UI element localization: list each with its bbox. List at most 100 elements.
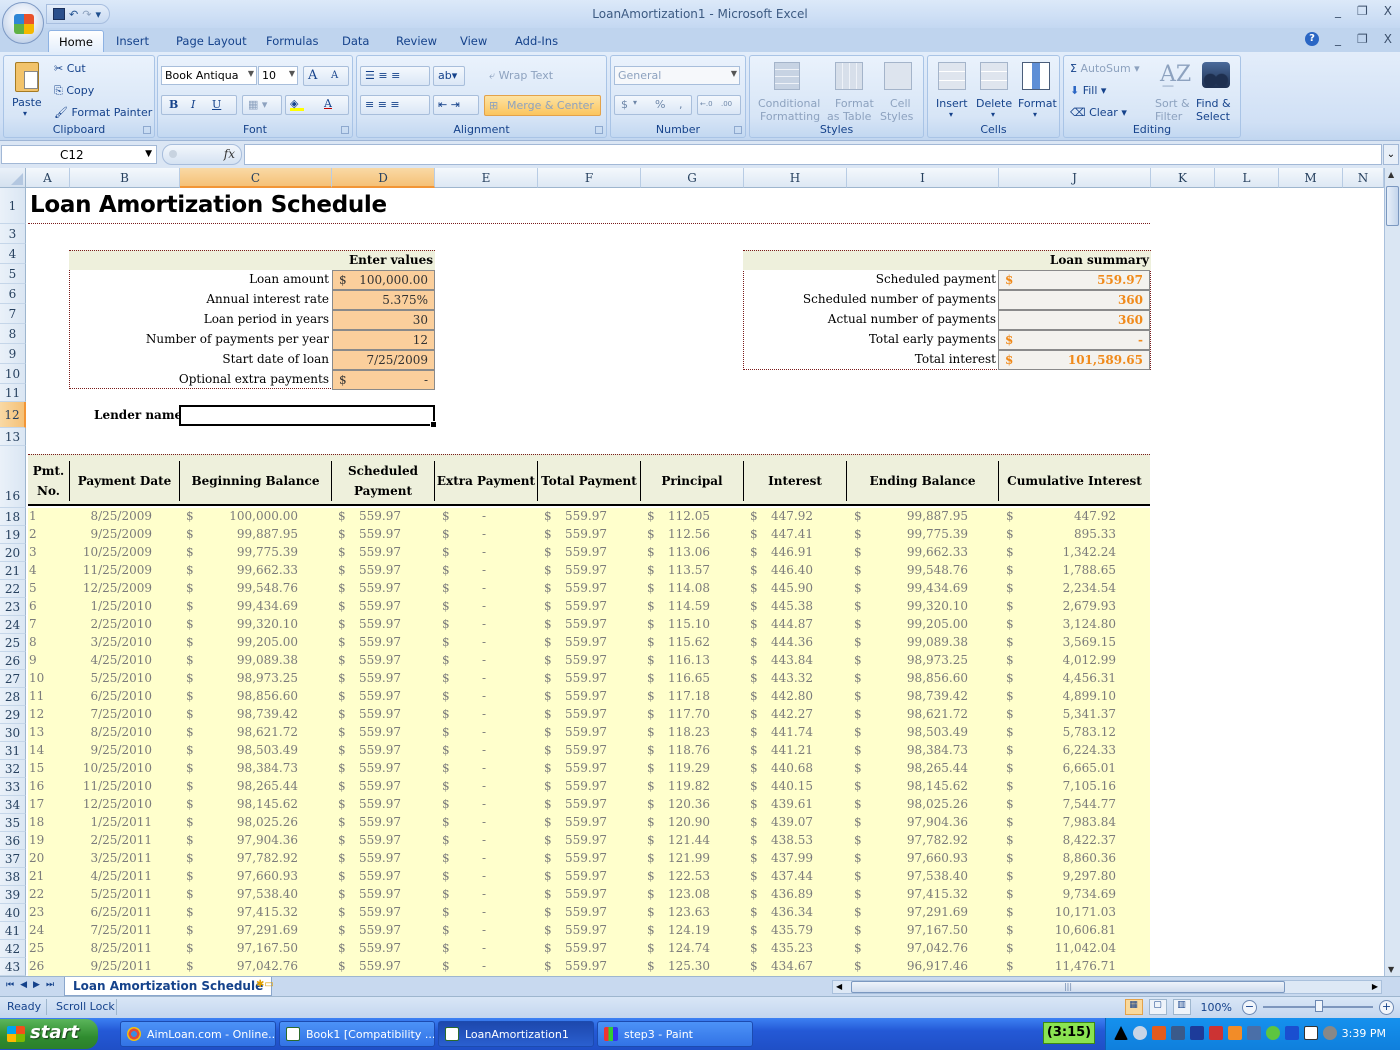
- table-cell[interactable]: 11,476.71: [1055, 959, 1116, 973]
- alignment-launcher-icon[interactable]: [595, 126, 603, 134]
- table-cell[interactable]: 97,660.93: [237, 869, 298, 883]
- table-cell[interactable]: 445.90: [771, 581, 813, 595]
- table-cell[interactable]: 99,548.76: [907, 563, 968, 577]
- table-cell[interactable]: 559.97: [359, 653, 401, 667]
- column-header-m[interactable]: M: [1279, 168, 1343, 188]
- row-header[interactable]: 27: [0, 670, 26, 688]
- font-launcher-icon[interactable]: [341, 126, 349, 134]
- table-cell[interactable]: 97,042.76: [237, 959, 298, 973]
- table-cell[interactable]: 559.97: [565, 653, 607, 667]
- column-header-h[interactable]: H: [744, 168, 847, 188]
- table-cell[interactable]: 8,422.37: [1063, 833, 1116, 847]
- column-header-j[interactable]: J: [999, 168, 1151, 188]
- volume-muted-icon[interactable]: [1323, 1026, 1337, 1040]
- select-all-button[interactable]: [0, 168, 26, 188]
- table-cell[interactable]: -: [482, 563, 486, 577]
- row-header[interactable]: 24: [0, 616, 26, 634]
- table-cell[interactable]: 120.90: [668, 815, 710, 829]
- table-cell[interactable]: 4: [29, 563, 37, 577]
- table-cell[interactable]: 97,291.69: [237, 923, 298, 937]
- insert-sheet-icon[interactable]: ✱▭: [256, 979, 280, 994]
- table-cell[interactable]: 20: [29, 851, 44, 865]
- row-header[interactable]: 31: [0, 742, 26, 760]
- table-cell[interactable]: 559.97: [565, 671, 607, 685]
- table-cell[interactable]: 24: [29, 923, 44, 937]
- table-cell[interactable]: 98,265.44: [907, 761, 968, 775]
- row-header[interactable]: 23: [0, 598, 26, 616]
- table-cell[interactable]: 443.32: [771, 671, 813, 685]
- network-disconnected-icon[interactable]: [1209, 1026, 1223, 1040]
- column-header-d[interactable]: D: [332, 168, 435, 188]
- table-cell[interactable]: 97,782.92: [237, 851, 298, 865]
- tab-review[interactable]: Review: [386, 30, 447, 52]
- table-cell[interactable]: -: [482, 545, 486, 559]
- table-cell[interactable]: 97,291.69: [907, 905, 968, 919]
- expand-formula-bar-icon[interactable]: ⌄: [1383, 144, 1399, 165]
- table-cell[interactable]: 440.68: [771, 761, 813, 775]
- table-cell[interactable]: 98,739.42: [907, 689, 968, 703]
- table-cell[interactable]: 98,145.62: [907, 779, 968, 793]
- table-cell[interactable]: 2/25/2011: [90, 833, 152, 847]
- table-cell[interactable]: -: [482, 599, 486, 613]
- table-cell[interactable]: 559.97: [565, 725, 607, 739]
- input-cell[interactable]: 12: [332, 330, 435, 350]
- table-cell[interactable]: 559.97: [359, 689, 401, 703]
- format-cells-button[interactable]: Format ▾: [1016, 60, 1058, 124]
- tab-data[interactable]: Data: [332, 30, 379, 52]
- bluetooth-icon[interactable]: [1285, 1026, 1299, 1040]
- table-cell[interactable]: 23: [29, 905, 44, 919]
- restore-button[interactable]: ❐: [1357, 4, 1368, 18]
- table-cell[interactable]: 559.97: [359, 797, 401, 811]
- table-cell[interactable]: -: [482, 671, 486, 685]
- column-header-i[interactable]: I: [847, 168, 999, 188]
- table-cell[interactable]: 119.82: [668, 779, 710, 793]
- table-cell[interactable]: 559.97: [565, 815, 607, 829]
- close-button[interactable]: X: [1384, 4, 1392, 18]
- table-cell[interactable]: 2: [29, 527, 37, 541]
- table-cell[interactable]: 99,887.95: [907, 509, 968, 523]
- find-select-button[interactable]: Find & Select: [1194, 60, 1238, 124]
- table-cell[interactable]: 559.97: [359, 887, 401, 901]
- column-header-e[interactable]: E: [435, 168, 538, 188]
- table-cell[interactable]: 436.34: [771, 905, 813, 919]
- column-header-b[interactable]: B: [70, 168, 180, 188]
- table-cell[interactable]: -: [482, 707, 486, 721]
- table-cell[interactable]: 8: [29, 635, 37, 649]
- table-cell[interactable]: 21: [29, 869, 44, 883]
- table-cell[interactable]: 559.97: [359, 545, 401, 559]
- battery-icon[interactable]: [1190, 1026, 1204, 1040]
- table-cell[interactable]: 4/25/2010: [90, 653, 152, 667]
- table-cell[interactable]: 123.08: [668, 887, 710, 901]
- fill-button[interactable]: ⬇ Fill ▾: [1070, 84, 1106, 97]
- table-cell[interactable]: 11/25/2010: [83, 779, 152, 793]
- table-cell[interactable]: 120.36: [668, 797, 710, 811]
- row-header[interactable]: 25: [0, 634, 26, 652]
- row-header-12[interactable]: 12: [0, 402, 26, 428]
- table-cell[interactable]: 26: [29, 959, 44, 973]
- table-cell[interactable]: 6: [29, 599, 37, 613]
- table-cell[interactable]: 559.97: [565, 887, 607, 901]
- table-cell[interactable]: 10,171.03: [1055, 905, 1116, 919]
- table-cell[interactable]: 11/25/2009: [83, 563, 152, 577]
- column-header-g[interactable]: G: [641, 168, 744, 188]
- row-header[interactable]: 22: [0, 580, 26, 598]
- table-cell[interactable]: 98,973.25: [237, 671, 298, 685]
- table-cell[interactable]: 559.97: [359, 833, 401, 847]
- table-cell[interactable]: 99,320.10: [237, 617, 298, 631]
- table-cell[interactable]: 434.67: [771, 959, 813, 973]
- table-cell[interactable]: 117.18: [668, 689, 710, 703]
- table-cell[interactable]: 98,265.44: [237, 779, 298, 793]
- table-cell[interactable]: 97,782.92: [907, 833, 968, 847]
- table-cell[interactable]: 559.97: [565, 509, 607, 523]
- input-cell[interactable]: $ -: [332, 370, 435, 390]
- table-cell[interactable]: 98,025.26: [237, 815, 298, 829]
- orientation-button[interactable]: ab▾: [433, 66, 465, 86]
- formula-input[interactable]: [244, 144, 1382, 165]
- scroll-up-icon[interactable]: ▲: [1388, 170, 1394, 179]
- row-header[interactable]: 32: [0, 760, 26, 778]
- table-cell[interactable]: 12/25/2010: [83, 797, 152, 811]
- table-cell[interactable]: 13: [29, 725, 44, 739]
- table-cell[interactable]: 97,538.40: [237, 887, 298, 901]
- table-cell[interactable]: 99,320.10: [907, 599, 968, 613]
- table-cell[interactable]: 7,105.16: [1063, 779, 1116, 793]
